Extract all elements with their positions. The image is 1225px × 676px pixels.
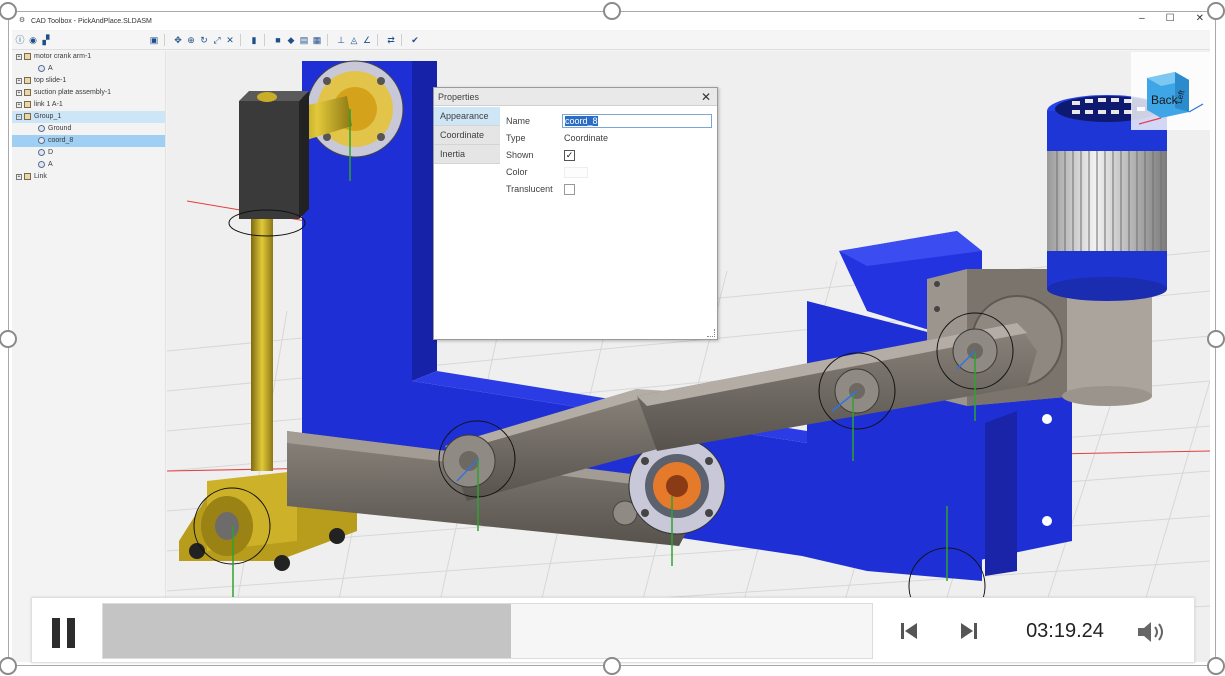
resize-handle[interactable] [1207,657,1225,675]
resize-handle[interactable] [1207,330,1225,348]
resize-handle[interactable] [603,657,621,675]
selection-frame [8,11,1216,666]
resize-handle[interactable] [0,657,17,675]
resize-handle[interactable] [603,2,621,20]
resize-handle[interactable] [1207,2,1225,20]
stage: ⚙ CAD Toolbox - PickAndPlace.SLDASM – ☐ … [0,0,1225,676]
